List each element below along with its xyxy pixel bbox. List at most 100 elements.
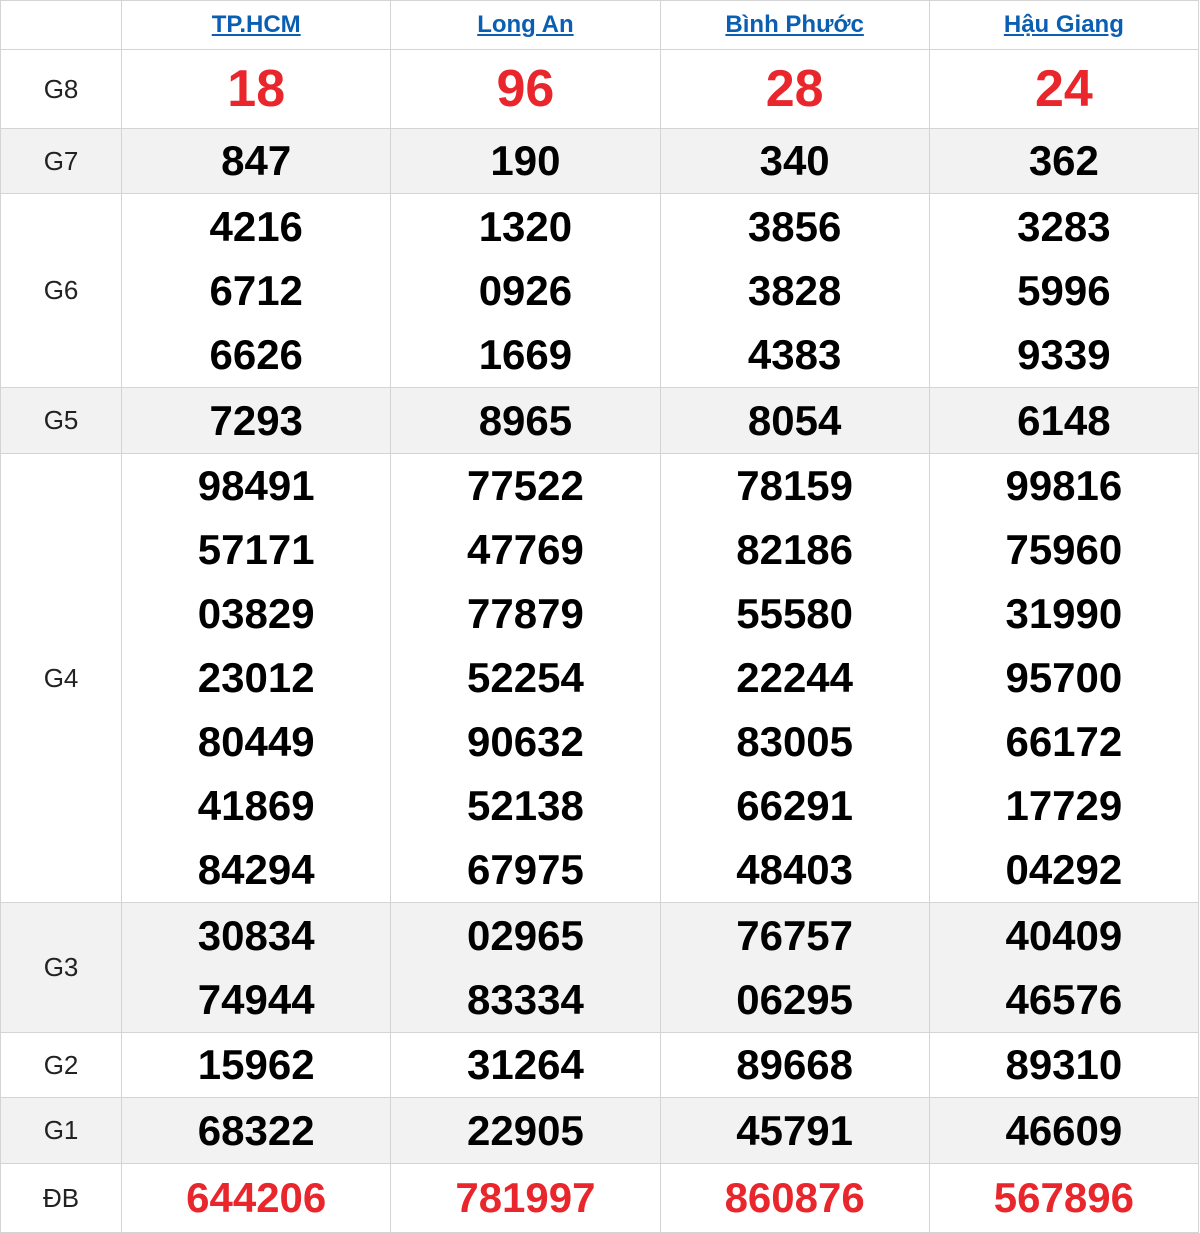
result-cell: 68322 [121, 1097, 392, 1164]
result-cell: 190 [390, 128, 661, 194]
special-prize-number: 860876 [724, 1174, 865, 1221]
special-prize-number: 567896 [993, 1174, 1134, 1221]
prize-label: G7 [0, 128, 123, 194]
prize-number: 31264 [467, 1041, 584, 1088]
prize-number: 57171 [197, 526, 315, 573]
result-cell: 89310 [928, 1032, 1200, 1098]
result-cell: 3283 5996 9339 [928, 193, 1200, 388]
prize-row-special: ĐB 644206 781997 860876 567896 [0, 1163, 1200, 1233]
prize-label: G4 [0, 453, 123, 903]
result-cell: 781997 [390, 1163, 661, 1233]
result-cell: 15962 [121, 1032, 392, 1098]
prize-number: 89668 [736, 1041, 854, 1088]
result-cell: 24 [928, 49, 1200, 129]
result-cell: 340 [659, 128, 930, 194]
prize-number: 95700 [1005, 654, 1123, 701]
prize-row-g4: G4 98491 57171 03829 23012 80449 41869 8… [0, 453, 1200, 903]
result-cell: 7293 [121, 387, 392, 454]
province-header: TP.HCM [121, 0, 392, 50]
prize-number: 96 [496, 60, 555, 118]
prize-label: G2 [0, 1032, 123, 1098]
prize-number: 9339 [1017, 330, 1111, 378]
prize-number: 67975 [467, 846, 584, 893]
prize-number: 7293 [209, 396, 303, 444]
prize-number: 66291 [736, 782, 854, 829]
prize-number: 3856 [747, 202, 842, 250]
result-cell: 77522 47769 77879 52254 90632 52138 6797… [390, 453, 661, 903]
prize-number: 41869 [197, 782, 315, 829]
result-cell: 31264 [390, 1032, 661, 1098]
province-header: Bình Phước [659, 0, 930, 50]
prize-number: 22905 [467, 1106, 584, 1154]
prize-number: 90632 [467, 718, 584, 765]
prize-number: 15962 [197, 1041, 315, 1088]
prize-number: 83005 [736, 718, 854, 765]
prize-label: G1 [0, 1097, 123, 1164]
prize-number: 5996 [1017, 266, 1111, 314]
prize-number: 6712 [209, 266, 303, 314]
prize-label: ĐB [0, 1163, 123, 1233]
result-cell: 4216 6712 6626 [121, 193, 392, 388]
prize-row-g2: G2 15962 31264 89668 89310 [0, 1032, 1200, 1098]
prize-number: 190 [490, 137, 561, 184]
result-cell: 45791 [659, 1097, 930, 1164]
prize-row-g5: G5 7293 8965 8054 6148 [0, 387, 1200, 454]
result-cell: 567896 [928, 1163, 1200, 1233]
prize-number: 28 [765, 60, 824, 118]
special-prize-number: 644206 [186, 1174, 327, 1221]
province-link-tphcm[interactable]: TP.HCM [212, 11, 301, 38]
prize-number: 0926 [478, 266, 573, 314]
prize-number: 17729 [1005, 782, 1123, 829]
prize-number: 98491 [197, 462, 315, 509]
header-row: TP.HCM Long An Bình Phước Hậu Giang [0, 0, 1200, 50]
result-cell: 99816 75960 31990 95700 66172 17729 0429… [928, 453, 1200, 903]
prize-number: 06295 [736, 975, 854, 1023]
result-cell: 847 [121, 128, 392, 194]
province-header: Long An [390, 0, 661, 50]
result-cell: 02965 83334 [390, 902, 661, 1033]
province-link-long-an[interactable]: Long An [477, 11, 573, 38]
result-cell: 76757 06295 [659, 902, 930, 1033]
prize-number: 83334 [467, 975, 584, 1023]
prize-number: 1320 [478, 202, 573, 250]
prize-row-g6: G6 4216 6712 6626 1320 0926 1669 3856 38… [0, 193, 1200, 388]
province-link-binh-phuoc[interactable]: Bình Phước [725, 11, 863, 38]
result-cell: 46609 [928, 1097, 1200, 1164]
prize-number: 04292 [1005, 846, 1123, 893]
prize-number: 847 [221, 137, 292, 184]
prize-number: 6626 [209, 330, 303, 378]
prize-number: 75960 [1005, 526, 1123, 573]
lottery-results-table: TP.HCM Long An Bình Phước Hậu Giang G8 1… [0, 0, 1200, 1233]
prize-number: 52254 [467, 654, 584, 701]
prize-label: G8 [0, 49, 123, 129]
prize-number: 77879 [467, 590, 584, 637]
prize-label: G3 [0, 902, 123, 1033]
prize-number: 78159 [736, 462, 854, 509]
result-cell: 28 [659, 49, 930, 129]
prize-number: 03829 [197, 590, 315, 637]
header-corner [0, 0, 123, 50]
prize-number: 4216 [209, 202, 303, 250]
result-cell: 8965 [390, 387, 661, 454]
prize-number: 8965 [478, 396, 573, 444]
result-cell: 362 [928, 128, 1200, 194]
prize-number: 18 [227, 60, 286, 118]
prize-number: 66172 [1005, 718, 1123, 765]
prize-number: 31990 [1005, 590, 1123, 637]
prize-number: 46576 [1005, 975, 1123, 1023]
prize-number: 68322 [197, 1106, 315, 1154]
prize-row-g3: G3 30834 74944 02965 83334 76757 06295 4… [0, 902, 1200, 1033]
prize-number: 24 [1034, 60, 1093, 118]
prize-label: G5 [0, 387, 123, 454]
prize-label: G6 [0, 193, 123, 388]
result-cell: 18 [121, 49, 392, 129]
special-prize-number: 781997 [455, 1174, 596, 1221]
result-cell: 78159 82186 55580 22244 83005 66291 4840… [659, 453, 930, 903]
result-cell: 6148 [928, 387, 1200, 454]
prize-number: 8054 [747, 396, 842, 444]
result-cell: 8054 [659, 387, 930, 454]
prize-number: 30834 [197, 911, 315, 959]
prize-number: 48403 [736, 846, 854, 893]
prize-number: 1669 [478, 330, 573, 378]
province-link-hau-giang[interactable]: Hậu Giang [1004, 11, 1124, 38]
